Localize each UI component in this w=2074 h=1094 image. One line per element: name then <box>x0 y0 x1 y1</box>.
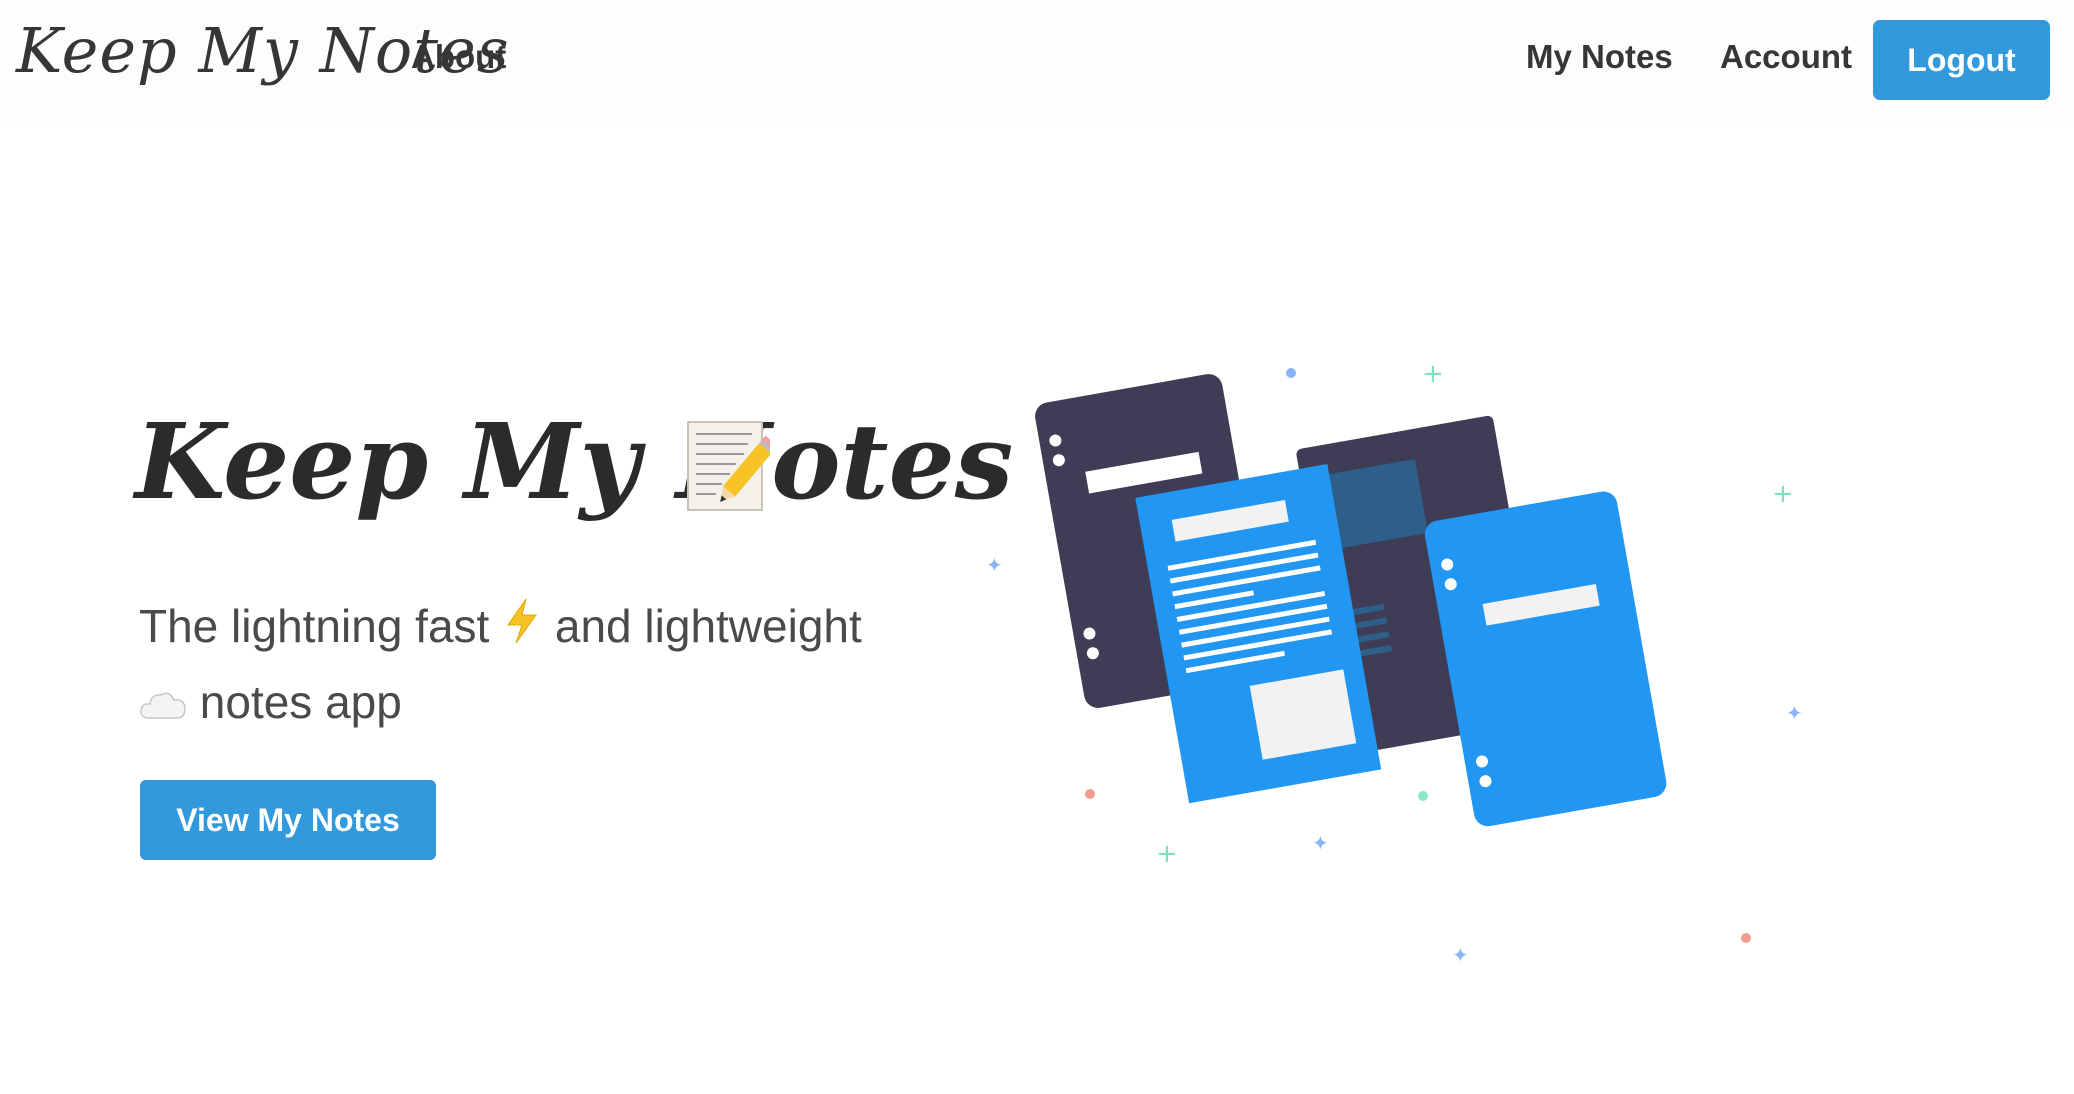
svg-text:✦: ✦ <box>1786 701 1803 725</box>
logout-button[interactable]: Logout <box>1873 20 2050 100</box>
nav-account-link[interactable]: Account <box>1720 38 1852 76</box>
svg-text:✦: ✦ <box>1452 943 1469 967</box>
svg-text:+: + <box>1772 479 1794 509</box>
subtitle-text-3: notes app <box>199 676 402 729</box>
hero-title: Keep My Notes <box>135 400 1014 523</box>
notes-illustration: + + ✦ ✦ + ✦ ✦ <box>980 350 1860 990</box>
svg-text:✦: ✦ <box>986 553 1003 577</box>
view-my-notes-button[interactable]: View My Notes <box>140 780 436 860</box>
memo-icon <box>686 418 778 514</box>
cloud-icon <box>139 670 187 743</box>
subtitle-text-2: and lightweight <box>554 600 862 652</box>
svg-text:✦: ✦ <box>1312 831 1329 855</box>
navbar: Keep My Notes About My Notes Account Log… <box>0 0 2074 125</box>
svg-text:+: + <box>1156 839 1178 869</box>
nav-my-notes-link[interactable]: My Notes <box>1526 38 1673 76</box>
hero-subtitle: The lightning fast and lightweight notes… <box>139 590 929 743</box>
nav-about-link[interactable]: About <box>411 38 506 76</box>
lightning-icon <box>502 593 542 666</box>
svg-text:+: + <box>1422 359 1444 389</box>
subtitle-text-1: The lightning fast <box>139 600 490 652</box>
